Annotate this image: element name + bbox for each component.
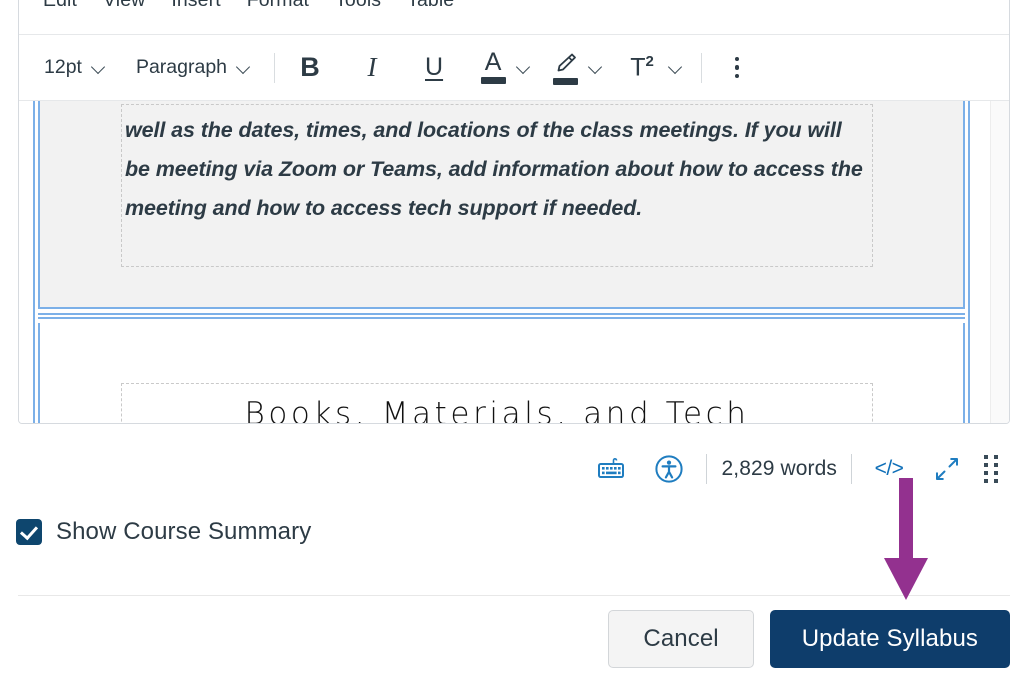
accessibility-checker-button[interactable] (646, 447, 692, 491)
down-arrow-annotation (876, 478, 936, 600)
toolbar-divider (701, 53, 702, 83)
cancel-button[interactable]: Cancel (608, 610, 753, 668)
toolbar-divider (274, 53, 275, 83)
menu-edit[interactable]: Edit (30, 0, 90, 18)
document-inner-cell: well as the dates, times, and locations … (121, 104, 873, 267)
document-table-cell-plain: Books, Materials, and Tech (38, 323, 965, 423)
menu-insert[interactable]: Insert (158, 0, 233, 18)
document-outer-table: well as the dates, times, and locations … (33, 101, 970, 423)
highlight-swatch-bar (553, 78, 578, 85)
superscript-button[interactable]: T2 (621, 47, 663, 89)
color-swatch-bar (481, 77, 506, 84)
resize-grip-icon (984, 455, 998, 483)
text-color-letter: A (485, 51, 502, 75)
syllabus-editor-page: Edit View Insert Format Tools Table 12pt… (0, 0, 1024, 683)
update-syllabus-button[interactable]: Update Syllabus (770, 610, 1010, 668)
document-table-row-divider (38, 313, 965, 319)
highlighter-pen-glyph (551, 51, 579, 75)
editor-resize-handle[interactable] (976, 447, 1006, 491)
footer-divider (18, 595, 1010, 596)
chevron-down-icon (236, 60, 251, 75)
text-color-dropdown[interactable] (511, 47, 535, 89)
status-divider (706, 454, 707, 484)
superscript-dropdown[interactable] (663, 47, 687, 89)
document-paragraph: well as the dates, times, and locations … (125, 111, 872, 228)
highlighter-icon (550, 51, 580, 85)
bold-button[interactable]: B (289, 47, 331, 89)
chevron-down-icon (668, 60, 683, 75)
document-heading: Books, Materials, and Tech (122, 396, 872, 423)
menu-tools[interactable]: Tools (322, 0, 394, 18)
underline-icon: U (425, 53, 443, 82)
more-options-icon (735, 57, 740, 79)
italic-button[interactable]: I (351, 47, 393, 89)
footer-actions: Cancel Update Syllabus (608, 610, 1010, 668)
editor-status-bar: 2,829 words </> (18, 443, 1010, 495)
show-course-summary-label: Show Course Summary (56, 518, 311, 546)
editor-toolbar: 12pt Paragraph B I U A (19, 35, 1009, 101)
rich-content-editor: Edit View Insert Format Tools Table 12pt… (18, 0, 1010, 424)
chevron-down-icon (91, 60, 106, 75)
superscript-exponent: 2 (646, 53, 654, 70)
italic-icon: I (368, 52, 377, 83)
keyboard-icon (596, 457, 626, 481)
accessibility-icon (654, 454, 684, 484)
show-course-summary-row[interactable]: Show Course Summary (16, 518, 311, 546)
font-size-dropdown[interactable]: 12pt (35, 51, 115, 84)
font-size-value: 12pt (44, 56, 82, 79)
document-table-cell-shaded: well as the dates, times, and locations … (38, 101, 965, 309)
editor-document-canvas[interactable]: well as the dates, times, and locations … (19, 101, 1009, 423)
keyboard-shortcuts-button[interactable] (588, 447, 634, 491)
editor-scrollbar[interactable] (990, 101, 1009, 423)
text-color-icon: A (478, 51, 508, 85)
superscript-letter: T (630, 53, 645, 81)
text-color-button[interactable]: A (475, 47, 511, 89)
show-course-summary-checkbox[interactable] (16, 519, 42, 545)
block-format-dropdown[interactable]: Paragraph (127, 51, 260, 84)
block-format-value: Paragraph (136, 56, 227, 79)
chevron-down-icon (588, 60, 603, 75)
menu-view[interactable]: View (90, 0, 158, 18)
editor-menubar: Edit View Insert Format Tools Table (19, 0, 1009, 35)
bold-icon: B (300, 52, 320, 83)
highlight-color-dropdown[interactable] (583, 47, 607, 89)
status-divider (851, 454, 852, 484)
superscript-icon: T2 (630, 53, 654, 82)
underline-button[interactable]: U (413, 47, 455, 89)
more-options-button[interactable] (716, 47, 758, 89)
chevron-down-icon (516, 60, 531, 75)
menu-table[interactable]: Table (394, 0, 467, 18)
menu-format[interactable]: Format (234, 0, 322, 18)
document-heading-cell: Books, Materials, and Tech (121, 383, 873, 423)
word-count: 2,829 words (721, 457, 837, 481)
expand-icon (933, 455, 961, 483)
highlight-color-button[interactable] (547, 47, 583, 89)
